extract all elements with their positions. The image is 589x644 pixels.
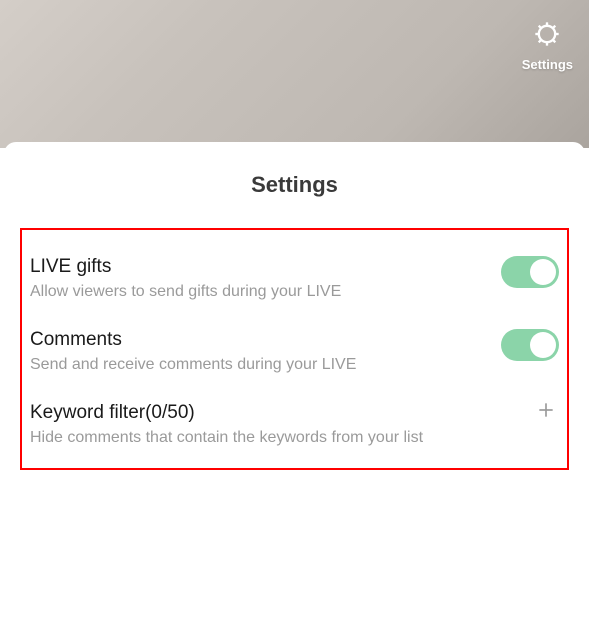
- live-gifts-toggle[interactable]: [501, 256, 559, 288]
- settings-button[interactable]: Settings: [522, 20, 573, 72]
- comments-toggle[interactable]: [501, 329, 559, 361]
- settings-sheet: Settings LIVE gifts Allow viewers to sen…: [4, 142, 585, 644]
- setting-title: LIVE gifts: [30, 256, 485, 278]
- gear-icon: [533, 20, 561, 53]
- plus-icon: [536, 400, 556, 425]
- header-background: Settings: [0, 0, 589, 148]
- settings-group: LIVE gifts Allow viewers to send gifts d…: [20, 228, 569, 470]
- settings-icon-label: Settings: [522, 57, 573, 72]
- setting-description: Allow viewers to send gifts during your …: [30, 282, 485, 303]
- sheet-title: Settings: [4, 172, 585, 198]
- add-keyword-button[interactable]: [535, 402, 557, 424]
- setting-description: Send and receive comments during your LI…: [30, 355, 485, 376]
- setting-row-live-gifts: LIVE gifts Allow viewers to send gifts d…: [30, 230, 559, 303]
- setting-row-comments: Comments Send and receive comments durin…: [30, 303, 559, 376]
- setting-title: Keyword filter(0/50): [30, 402, 519, 424]
- setting-text: Keyword filter(0/50) Hide comments that …: [30, 402, 535, 449]
- setting-text: Comments Send and receive comments durin…: [30, 329, 501, 376]
- setting-row-keyword-filter: Keyword filter(0/50) Hide comments that …: [30, 376, 559, 449]
- setting-text: LIVE gifts Allow viewers to send gifts d…: [30, 256, 501, 303]
- setting-title: Comments: [30, 329, 485, 351]
- setting-description: Hide comments that contain the keywords …: [30, 428, 519, 449]
